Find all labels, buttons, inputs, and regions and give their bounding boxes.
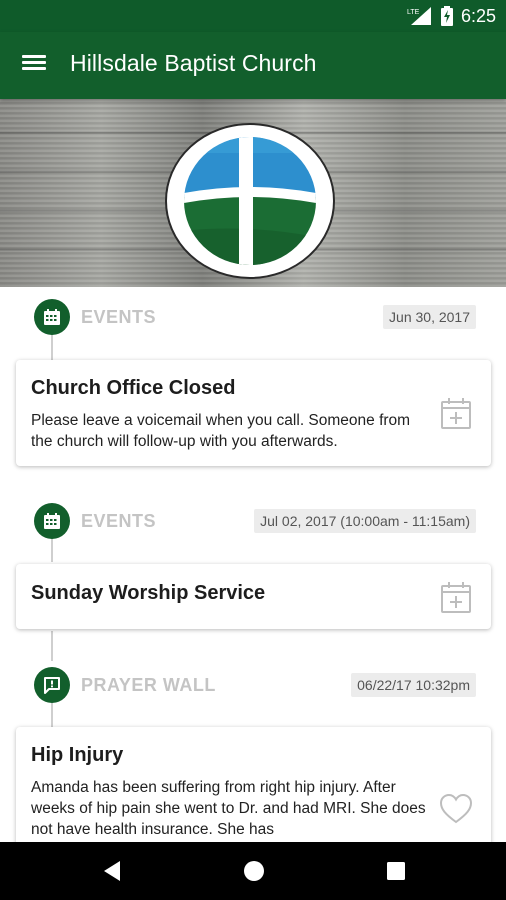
recents-square-icon[interactable] [382, 857, 410, 885]
app-bar: Hillsdale Baptist Church [0, 32, 506, 99]
church-logo [165, 123, 335, 279]
feed-item-header: EVENTS Jun 30, 2017 [0, 299, 506, 339]
prayer-chat-icon [34, 667, 70, 703]
feed-date: Jun 30, 2017 [383, 305, 476, 329]
status-bar: LTE 6:25 [0, 0, 506, 32]
system-nav-bar [0, 842, 506, 900]
card-title: Hip Injury [31, 744, 124, 766]
feed: EVENTS Jun 30, 2017 Church Office Closed… [0, 287, 506, 842]
feed-category-label: EVENTS [81, 307, 157, 327]
battery-icon [440, 6, 453, 26]
feed-date: 06/22/17 10:32pm [351, 673, 476, 697]
add-to-calendar-icon[interactable] [439, 396, 473, 430]
event-card[interactable]: Church Office Closed Please leave a voic… [16, 360, 491, 466]
feed-category-label: EVENTS [81, 511, 157, 531]
calendar-icon [34, 299, 70, 335]
app-title: Hillsdale Baptist Church [70, 50, 317, 76]
back-triangle-icon[interactable] [98, 857, 126, 885]
home-circle-icon[interactable] [240, 857, 268, 885]
status-time: 6:25 [460, 5, 496, 26]
lte-signal-icon: LTE [407, 7, 431, 25]
hamburger-menu-icon[interactable] [22, 52, 48, 78]
feed-item-header: PRAYER WALL 06/22/17 10:32pm [0, 667, 506, 707]
card-body: Amanda has been suffering from right hip… [31, 779, 426, 838]
event-card[interactable]: Sunday Worship Service [16, 564, 491, 629]
timeline-line [51, 631, 53, 661]
add-to-calendar-icon[interactable] [439, 580, 473, 614]
calendar-icon [34, 503, 70, 539]
status-icons: LTE 6:25 [407, 4, 496, 28]
feed-category-label: PRAYER WALL [81, 675, 216, 695]
feed-item-header: EVENTS Jul 02, 2017 (10:00am - 11:15am) [0, 503, 506, 543]
prayer-card[interactable]: Hip Injury Amanda has been suffering fro… [16, 727, 491, 842]
card-title: Church Office Closed [31, 377, 236, 399]
card-title: Sunday Worship Service [31, 582, 266, 604]
hero-banner [0, 99, 506, 287]
feed-date: Jul 02, 2017 (10:00am - 11:15am) [254, 509, 476, 533]
card-body: Please leave a voicemail when you call. … [31, 412, 411, 450]
heart-icon[interactable] [439, 792, 473, 826]
svg-text:LTE: LTE [407, 9, 420, 16]
